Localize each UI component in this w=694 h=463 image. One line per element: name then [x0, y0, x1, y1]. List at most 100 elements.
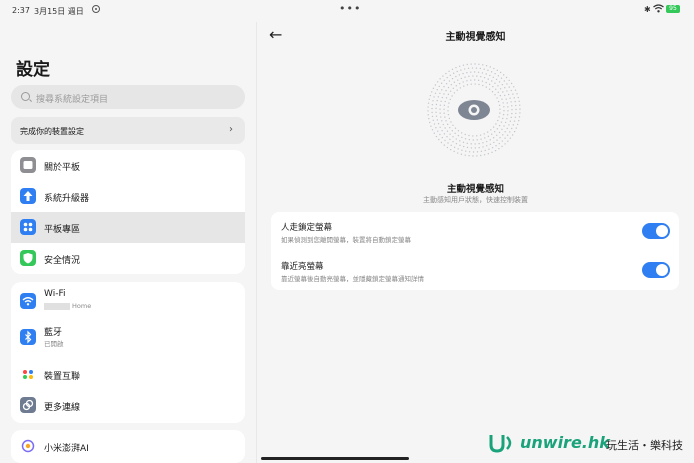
halo-dot [444, 127, 446, 129]
halo-dot [507, 106, 509, 108]
halo-dot [498, 104, 501, 107]
halo-dot [454, 132, 456, 135]
tablet-icon [20, 157, 36, 173]
halo-dot [501, 145, 503, 148]
halo-dot [459, 144, 461, 147]
halo-dot [450, 121, 452, 123]
halo-dot [466, 63, 468, 66]
sidebar-item-label: 小米澎湃AI [44, 444, 89, 454]
sidebar-item-security[interactable]: 安全情況 [11, 243, 245, 274]
sidebar-item-device-link[interactable]: 裝置互聯 [11, 359, 245, 390]
halo-dot [460, 69, 462, 71]
halo-dot [464, 133, 466, 136]
setting-row-wake-on-approach[interactable]: 靠近亮螢幕 靠近螢幕後自動亮螢幕，並隱藏鎖定螢幕通知詳情 [271, 251, 679, 290]
feature-title: 主動視覺感知 [446, 184, 504, 195]
halo-dot [445, 120, 447, 122]
upgrade-arrow-icon [20, 188, 36, 204]
status-time: 2:37 [12, 6, 30, 15]
sidebar-item-label: Wi-Fi [44, 289, 66, 299]
setting-row-lock-on-leave[interactable]: 人走鎖定螢幕 如果偵測到您離開螢幕，裝置將自動鎖定螢幕 [271, 212, 679, 251]
search-icon [21, 92, 30, 101]
halo-dot [493, 141, 495, 144]
multitask-dots[interactable]: ••• [339, 2, 361, 15]
halo-dot [508, 86, 510, 88]
sidebar-item-label: 系統升級器 [44, 194, 90, 204]
setting-description: 靠近螢幕後自動亮螢幕，並隱藏鎖定螢幕通知詳情 [281, 275, 424, 283]
halo-dot [502, 91, 504, 93]
halo-dot [443, 133, 446, 135]
halo-dot [444, 100, 446, 103]
settings-group-connection: Wi-Fi Home 藍牙 已開啟 裝置互聯 更多連線 [11, 282, 245, 423]
detail-title: 主動視覺感知 [445, 32, 506, 43]
device-link-icon [20, 366, 36, 382]
halo-dot [495, 88, 497, 91]
sidebar-item-tablet-zone[interactable]: 平板專區 [11, 212, 245, 243]
halo-dot [466, 80, 468, 82]
status-bar: 2:37 3月15日 週日 ••• ✱ 95 [0, 0, 694, 22]
sidebar-item-label: 關於平板 [44, 163, 81, 173]
halo-dot [511, 108, 513, 111]
halo-dot [462, 64, 465, 66]
halo-dot [484, 149, 486, 152]
halo-dot [479, 134, 482, 136]
halo-dot [503, 80, 506, 82]
halo-dot [511, 105, 513, 107]
sidebar-item-more-connections[interactable]: 更多連線 [11, 390, 245, 421]
sidebar-item-label: 更多連線 [44, 403, 81, 413]
halo-dot [451, 95, 453, 97]
halo-dot [494, 94, 496, 96]
halo-dot [445, 72, 447, 75]
sidebar-item-hyper-ai[interactable]: 小米澎湃AI [11, 431, 245, 462]
halo-dot [453, 92, 456, 94]
halo-dot [447, 106, 449, 108]
halo-dot [450, 144, 452, 146]
settings-group-ai: 小米澎湃AI [11, 430, 245, 463]
lock-on-leave-toggle[interactable] [642, 223, 670, 239]
halo-dot [472, 139, 474, 141]
halo-dot [427, 110, 429, 112]
halo-dot [439, 104, 442, 106]
halo-dot [478, 63, 480, 65]
halo-dot [485, 81, 487, 84]
halo-dot [433, 123, 436, 125]
sidebar-item-label: 藍牙 [44, 328, 63, 338]
halo-dot [503, 106, 505, 108]
shield-icon [20, 250, 36, 266]
finish-setup-banner[interactable]: 完成你的裝置設定 › [11, 117, 245, 144]
halo-dot [464, 138, 467, 140]
home-indicator[interactable] [261, 457, 409, 460]
halo-dot [447, 93, 450, 96]
halo-dot [483, 133, 485, 135]
halo-dot [456, 89, 458, 91]
halo-dot [440, 116, 442, 118]
halo-dot [455, 85, 458, 87]
halo-dot [432, 87, 435, 90]
halo-dot [435, 135, 438, 138]
sidebar-item-about-tablet[interactable]: 關於平板 [11, 150, 245, 181]
halo-dot [487, 135, 490, 138]
halo-dot [457, 134, 460, 137]
halo-dot [509, 131, 511, 133]
halo-dot [444, 139, 446, 142]
halo-dot [519, 108, 521, 110]
halo-dot [514, 116, 517, 118]
halo-dot [441, 96, 444, 99]
sidebar-item-wifi[interactable]: Wi-Fi Home [11, 284, 245, 317]
sidebar-item-bluetooth[interactable]: 藍牙 已開啟 [11, 320, 245, 353]
halo-dot [517, 96, 519, 99]
halo-dot [443, 112, 445, 114]
halo-dot [509, 120, 511, 122]
halo-dot [512, 93, 514, 95]
wake-on-approach-toggle[interactable] [642, 262, 670, 278]
halo-dot [466, 146, 469, 149]
halo-dot [457, 79, 459, 81]
sidebar-item-system-update[interactable]: 系統升級器 [11, 181, 245, 212]
halo-dot [488, 88, 491, 90]
halo-dot [486, 140, 488, 143]
search-input[interactable]: 搜尋系統設定項目 [11, 85, 245, 109]
halo-dot [449, 138, 451, 141]
halo-dot [458, 65, 461, 67]
halo-dot [516, 93, 518, 95]
chevron-right-icon: › [229, 124, 233, 135]
halo-dot [482, 84, 484, 87]
